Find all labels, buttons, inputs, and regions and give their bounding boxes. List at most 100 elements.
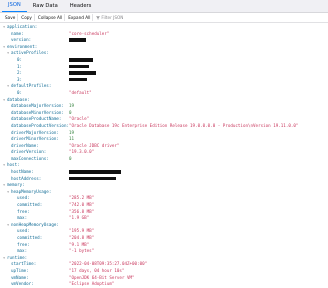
value-text: "core-scheduler": [69, 30, 110, 36]
key-label: application:: [7, 24, 38, 29]
tree-row: driverMinorVersion: 11: [3, 136, 328, 143]
tree-row-default-profiles[interactable]: ▾ defaultProfiles:: [3, 83, 328, 90]
tree-row-heap[interactable]: ▾ heapMemoryUsage:: [3, 189, 328, 196]
collapse-all-button[interactable]: Collapse All: [36, 14, 66, 21]
tree-row-runtime[interactable]: ▾ runtime:: [3, 255, 328, 262]
tree-row-environment[interactable]: ▾ environment:: [3, 44, 328, 51]
tree-row-host[interactable]: ▾ host:: [3, 162, 328, 169]
value-text: "1.9 GB": [69, 215, 90, 221]
tab-raw-data[interactable]: Raw Data: [27, 1, 64, 12]
key-label: 2:: [17, 70, 23, 76]
tree-row-nonheap[interactable]: ▾ nonHeapMemoryUsage:: [3, 222, 328, 229]
tree-row: databaseProductName: "Oracle": [3, 116, 328, 123]
tree-row: name: "core-scheduler": [3, 31, 328, 38]
tree-row-active-profiles[interactable]: ▾ activeProfiles:: [3, 50, 328, 57]
filter-icon: [96, 15, 101, 20]
tree-row-database[interactable]: ▾ database:: [3, 97, 328, 104]
collapse-toggle-icon[interactable]: ▾: [3, 182, 5, 189]
key-label: vmName:: [11, 274, 29, 280]
tree-row: upTime: "17 days, 04 hour 10s": [3, 268, 328, 275]
value-text: "Oracle": [69, 116, 90, 122]
collapse-toggle-icon[interactable]: ▾: [7, 189, 9, 196]
key-label: 0:: [17, 56, 23, 62]
key-label: max:: [17, 248, 28, 254]
tree-row: databaseProductVersion: "Oracle Database …: [3, 123, 328, 130]
tab-headers[interactable]: Headers: [64, 1, 98, 12]
tree-row: vmName: "OpenJDK 64-Bit Server VM": [3, 275, 328, 282]
tree-row: 3:: [3, 77, 328, 84]
key-label: hostAddress:: [11, 175, 42, 181]
filter-input[interactable]: Filter JSON: [96, 15, 123, 20]
redacted-block: [69, 78, 87, 82]
key-label: database:: [7, 96, 30, 102]
value-text: 0: [69, 155, 72, 161]
tree-row: hostAddress:: [3, 176, 328, 183]
value-text: "17 days, 04 hour 10s": [69, 267, 125, 273]
tree-row: driverVersion: "19.3.0.0": [3, 149, 328, 156]
key-label: version:: [11, 37, 32, 43]
tree-row: databaseMinorVersion: 0: [3, 110, 328, 117]
key-label: name:: [11, 30, 24, 36]
collapse-toggle-icon[interactable]: ▾: [3, 44, 5, 51]
value-text: "742.0 MB": [69, 202, 95, 208]
key-label: databaseProductName:: [11, 116, 62, 122]
tree-row: vmVendor: "Eclipse Adoptium": [3, 281, 328, 288]
tree-row: used: "285.2 MB": [3, 195, 328, 202]
key-label: driverName:: [11, 142, 39, 148]
copy-button[interactable]: Copy: [19, 14, 35, 21]
value-text: "2022-04-08T09:35:27.04Z+00:00": [69, 261, 148, 267]
key-label: driverMajorVersion:: [11, 129, 59, 135]
tree-row: driverName: "Oracle JDBC driver": [3, 143, 328, 150]
key-label: heapMemoryUsage:: [11, 188, 52, 194]
tab-json[interactable]: JSON: [2, 0, 27, 12]
key-label: memory:: [7, 182, 25, 188]
value-text: 0: [69, 109, 72, 115]
expand-all-button[interactable]: Expand All: [66, 14, 94, 21]
value-text: "Eclipse Adoptium": [69, 281, 115, 287]
redacted-block: [69, 71, 96, 75]
filter-placeholder: Filter JSON: [101, 15, 124, 20]
collapse-toggle-icon[interactable]: ▾: [3, 97, 5, 104]
tree-row: hostName:: [3, 169, 328, 176]
key-label: committed:: [17, 202, 43, 208]
key-label: upTime:: [11, 267, 29, 273]
tree-row: driverMajorVersion: 19: [3, 130, 328, 137]
key-label: databaseMajorVersion:: [11, 103, 64, 109]
viewer-tabs: JSON Raw Data Headers: [0, 0, 328, 13]
collapse-toggle-icon[interactable]: ▾: [7, 83, 9, 90]
tree-row: free: "9.1 MB": [3, 242, 328, 249]
tree-row: 0:: [3, 57, 328, 64]
value-text: "195.9 MB": [69, 228, 95, 234]
tree-row: free: "356.8 MB": [3, 209, 328, 216]
value-text: 19: [69, 129, 75, 135]
tree-row: version:: [3, 37, 328, 44]
collapse-toggle-icon[interactable]: ▾: [3, 162, 5, 169]
tree-row: 0: "default": [3, 90, 328, 97]
json-tree: ▾ application: name: "core-scheduler" vers…: [0, 23, 328, 288]
tree-row: max: "-1 bytes": [3, 248, 328, 255]
key-label: 1:: [17, 63, 23, 69]
value-text: "356.8 MB": [69, 208, 95, 214]
value-text: "285.2 MB": [69, 195, 95, 201]
collapse-toggle-icon[interactable]: ▾: [3, 255, 5, 262]
collapse-toggle-icon[interactable]: ▾: [3, 24, 5, 31]
key-label: committed:: [17, 235, 43, 240]
tree-row: committed: "204.8 MB": [3, 235, 328, 242]
key-label: activeProfiles:: [11, 50, 49, 56]
key-label: free:: [17, 208, 30, 214]
save-button[interactable]: Save: [3, 14, 19, 21]
key-label: max:: [17, 215, 28, 221]
collapse-toggle-icon[interactable]: ▾: [7, 50, 9, 57]
key-label: used:: [17, 195, 30, 201]
value-text: 11: [69, 136, 75, 142]
key-label: 3:: [17, 76, 23, 82]
tree-row: databaseMajorVersion: 19: [3, 103, 328, 110]
tree-row-memory[interactable]: ▾ memory:: [3, 182, 328, 189]
collapse-toggle-icon[interactable]: ▾: [7, 222, 9, 229]
redacted-block: [69, 64, 89, 69]
tree-row: maxConnections: 0: [3, 156, 328, 163]
value-text: "19.3.0.0": [69, 149, 95, 155]
redacted-block: [69, 58, 93, 62]
tree-row-application[interactable]: ▾ application:: [3, 24, 328, 31]
key-label: driverVersion:: [11, 149, 47, 155]
